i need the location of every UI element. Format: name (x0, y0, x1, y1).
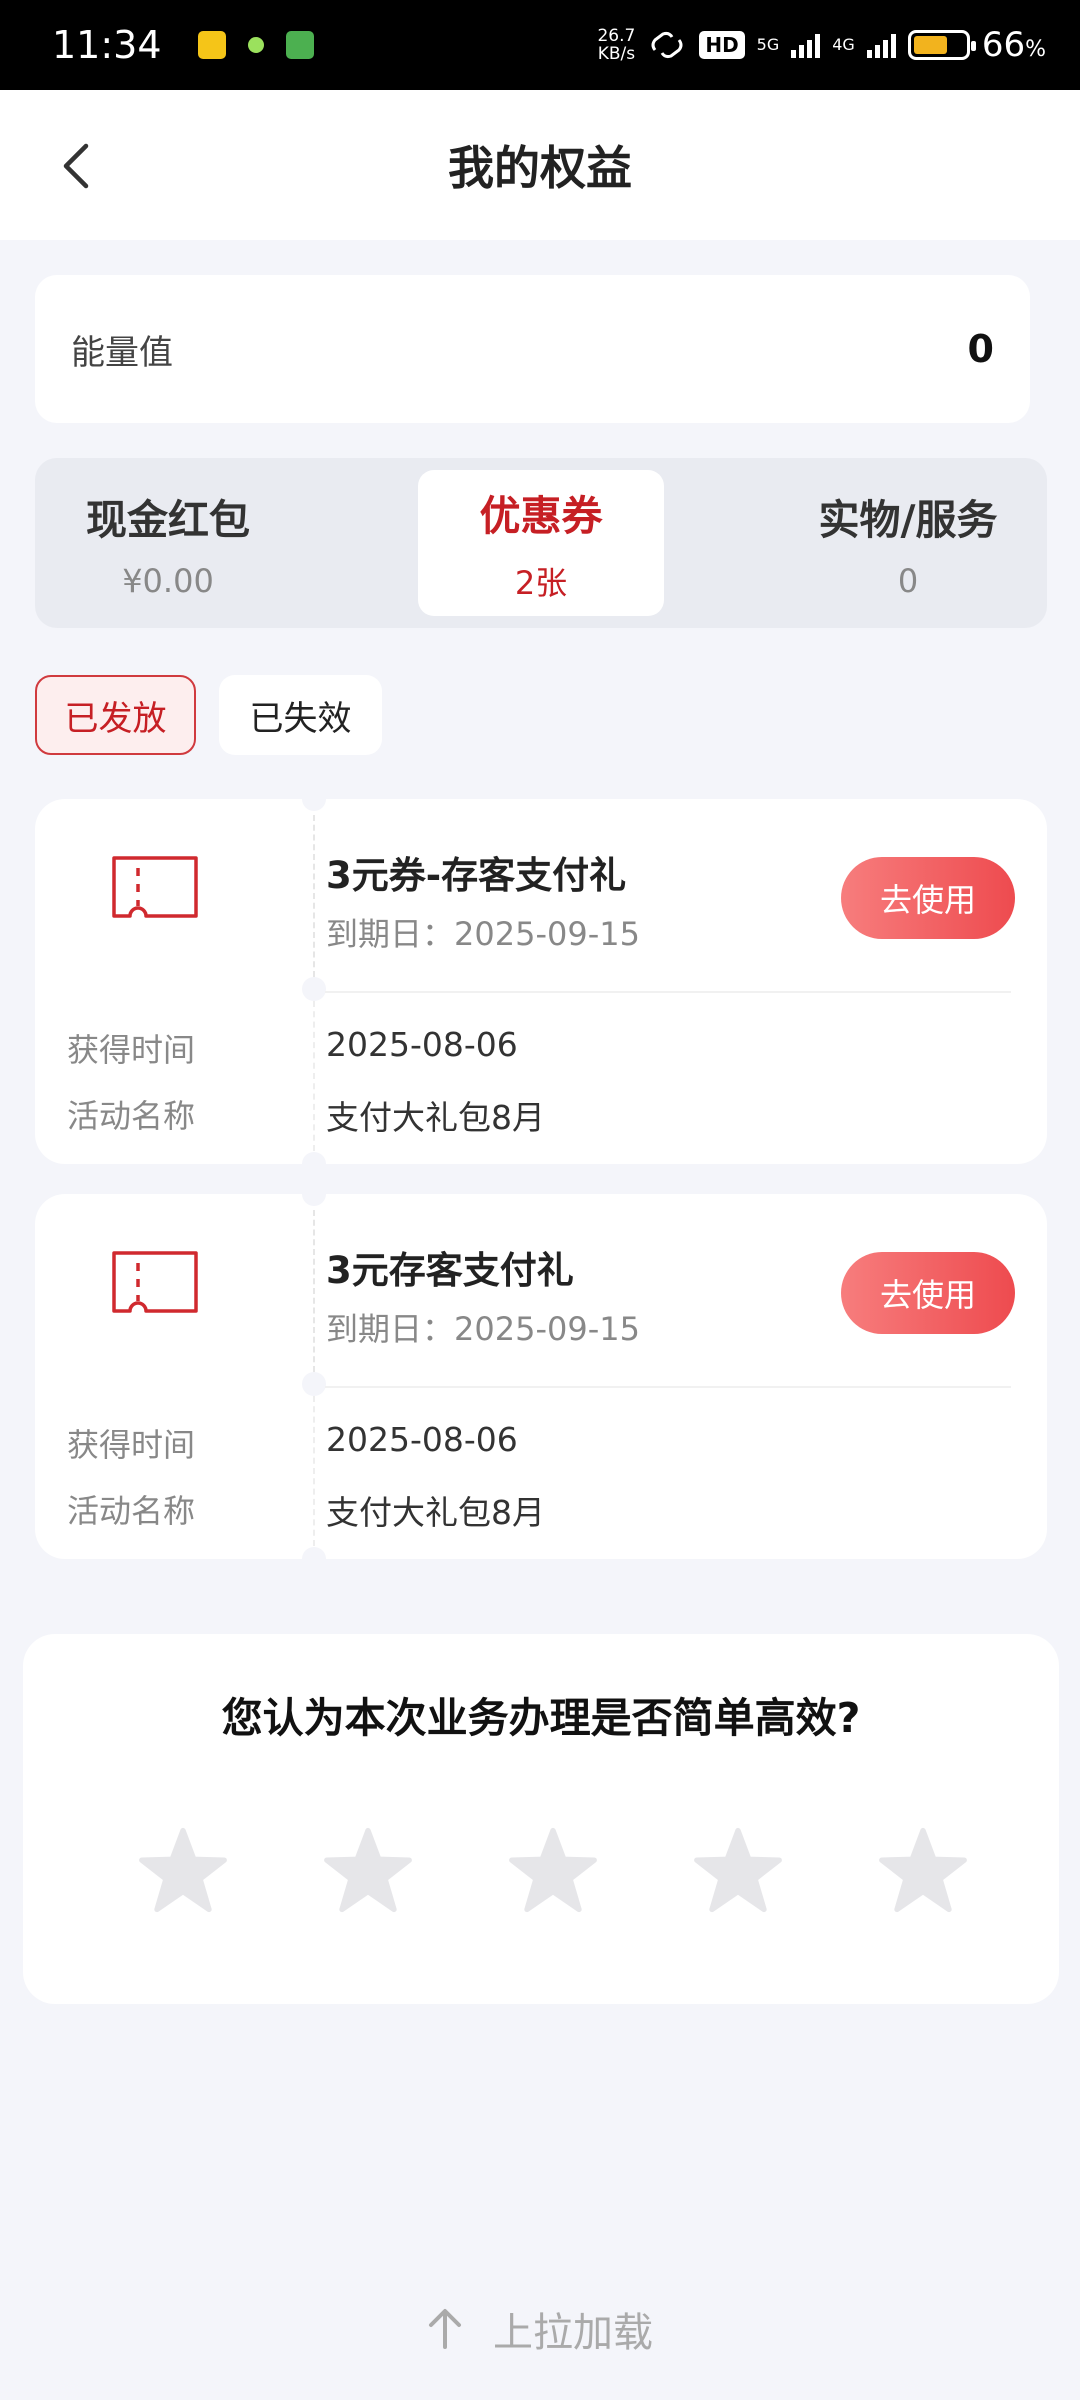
coupon-expire-date: 到期日：2025-09-15 (326, 1310, 640, 1348)
hd-icon: HD (699, 31, 745, 59)
status-bar: 11:34 26.7 KB/s HD 5G 4G 66% (0, 0, 1080, 90)
ticket-icon (112, 856, 198, 918)
obtain-time-value: 2025-08-06 (326, 1420, 518, 1459)
filter-expired-chip[interactable]: 已失效 (219, 675, 382, 755)
activity-name-value: 支付大礼包8月 (326, 1493, 545, 1532)
star-icon[interactable] (323, 1827, 413, 1913)
chevron-left-icon (63, 143, 89, 189)
tab-cash-red-packet[interactable]: 现金红包 ¥0.00 (45, 470, 291, 616)
filter-issued-chip[interactable]: 已发放 (35, 675, 196, 755)
tab-count: 2张 (514, 564, 568, 602)
back-button[interactable] (40, 130, 112, 202)
status-time: 11:34 (52, 23, 162, 67)
dot-notification-icon (247, 37, 264, 53)
pull-to-load: 上拉加载 (0, 2300, 1080, 2358)
link-icon (651, 31, 683, 59)
page-title: 我的权益 (448, 141, 632, 195)
tab-label: 现金红包 (86, 496, 250, 544)
activity-name-value: 支付大礼包8月 (326, 1098, 545, 1137)
5g-signal-label: 5G (756, 35, 780, 54)
coupon-card: 3元券-存客支付礼 到期日：2025-09-15 去使用 获得时间 2025-0… (35, 799, 1047, 1164)
network-speed-unit: KB/s (597, 44, 636, 64)
meituan-app-icon (197, 31, 226, 59)
ticket-icon (112, 1251, 198, 1313)
tab-label: 实物/服务 (818, 496, 998, 544)
obtain-time-label: 获得时间 (67, 1031, 196, 1069)
benefit-type-tabs: 现金红包 ¥0.00 优惠券 2张 实物/服务 0 (35, 458, 1047, 628)
4g-signal-icon (866, 32, 896, 58)
status-indicators: 26.7 KB/s HD 5G 4G 66% (597, 25, 1046, 65)
notification-icons (197, 31, 314, 59)
star-icon[interactable] (693, 1827, 783, 1913)
coupon-name: 3元存客支付礼 (326, 1249, 574, 1292)
star-icon[interactable] (878, 1827, 968, 1913)
tab-count: 0 (897, 562, 919, 600)
pull-to-load-text: 上拉加载 (493, 2310, 653, 2356)
energy-label: 能量值 (71, 332, 173, 373)
obtain-time-label: 获得时间 (67, 1426, 196, 1464)
star-icon[interactable] (508, 1827, 598, 1913)
coupon-name: 3元券-存客支付礼 (326, 854, 627, 897)
activity-name-label: 活动名称 (67, 1097, 196, 1135)
network-speed-value: 26.7 (597, 26, 636, 46)
energy-card: 能量值 0 (35, 275, 1030, 423)
star-rating (138, 1827, 968, 1913)
battery-icon (907, 30, 976, 60)
tab-coupon[interactable]: 优惠券 2张 (418, 470, 664, 616)
network-speed: 26.7 KB/s (597, 27, 635, 63)
arrow-up-icon (429, 2309, 461, 2349)
android-app-icon (285, 31, 314, 59)
star-icon[interactable] (138, 1827, 228, 1913)
tab-goods-service[interactable]: 实物/服务 0 (785, 470, 1031, 616)
tab-label: 优惠券 (479, 492, 603, 540)
rating-question: 您认为本次业务办理是否简单高效? (221, 1694, 861, 1742)
use-coupon-button[interactable]: 去使用 (841, 857, 1015, 939)
4g-signal-label: 4G (832, 35, 855, 54)
coupon-expire-date: 到期日：2025-09-15 (326, 915, 640, 953)
activity-name-label: 活动名称 (67, 1492, 196, 1530)
battery-percent: 66% (981, 25, 1046, 65)
5g-signal-icon (791, 32, 821, 58)
energy-value: 0 (967, 327, 994, 371)
coupon-card: 3元存客支付礼 到期日：2025-09-15 去使用 获得时间 2025-08-… (35, 1194, 1047, 1559)
tab-count: ¥0.00 (122, 562, 214, 600)
nav-bar: 我的权益 (0, 90, 1080, 240)
obtain-time-value: 2025-08-06 (326, 1025, 518, 1064)
use-coupon-button[interactable]: 去使用 (841, 1252, 1015, 1334)
rating-card: 您认为本次业务办理是否简单高效? (23, 1634, 1059, 2004)
